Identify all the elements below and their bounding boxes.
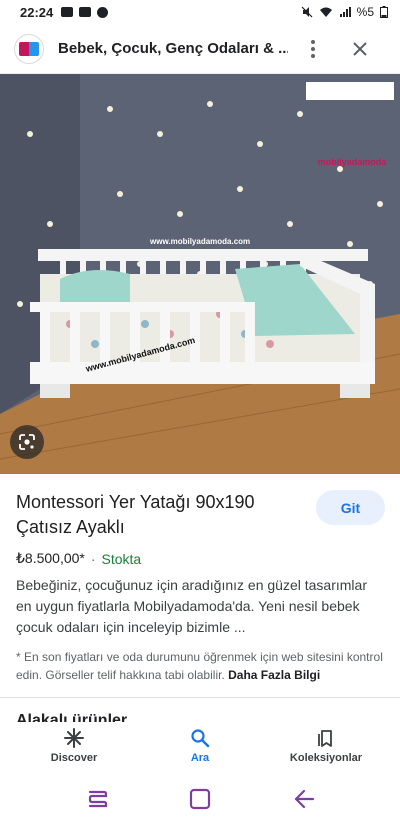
recent-apps-icon[interactable] — [86, 788, 110, 810]
product-image[interactable]: mobilyadamoda www.mobilyadamoda.com www.… — [0, 74, 400, 474]
product-price: ₺8.500,00* — [16, 550, 85, 566]
product-title: Montessori Yer Yatağı 90x190 Çatısız Aya… — [16, 492, 255, 537]
mute-icon — [301, 6, 313, 18]
signal-icon — [339, 7, 351, 17]
battery-icon — [380, 6, 388, 18]
system-navigation-bar — [0, 776, 400, 822]
viewer-header: Bebek, Çocuk, Genç Odaları & ... — [0, 24, 400, 74]
app-notification-icon — [97, 6, 109, 18]
status-bar: 22:24 %5 — [0, 0, 400, 24]
stock-status: Stokta — [101, 550, 142, 567]
brand-logo: mobilyadamoda — [317, 157, 387, 167]
search-icon — [191, 729, 210, 748]
back-icon[interactable] — [292, 788, 316, 810]
price-row: ₺8.500,00* · Stokta — [16, 550, 141, 567]
battery-percent: %5 — [356, 5, 374, 19]
more-info-link[interactable]: Daha Fazla Bilgi — [228, 668, 320, 682]
product-description: Bebeğiniz, çocuğunuz için aradığınız en … — [16, 577, 367, 635]
system-status-icons: %5 — [301, 5, 388, 19]
collections-icon — [318, 730, 332, 747]
close-icon[interactable] — [348, 37, 372, 61]
notification-icons — [61, 6, 109, 18]
gallery-icon — [79, 7, 92, 17]
nav-discover[interactable]: Discover — [24, 728, 124, 764]
status-time: 22:24 — [20, 4, 54, 20]
image-watermark: www.mobilyadamoda.com — [150, 237, 251, 246]
visit-button[interactable]: Git — [316, 490, 385, 525]
site-favicon-icon — [14, 33, 44, 64]
youtube-icon — [61, 7, 74, 17]
nav-search-label: Ara — [190, 752, 210, 764]
disclaimer: * En son fiyatları ve oda durumunu öğren… — [16, 648, 386, 684]
separator-dot: · — [90, 550, 96, 567]
more-options-icon[interactable] — [302, 38, 324, 60]
asterisk-icon — [64, 728, 84, 748]
nav-discover-label: Discover — [50, 752, 98, 764]
source-site-title[interactable]: Bebek, Çocuk, Genç Odaları & ... — [58, 40, 288, 57]
bottom-navigation: Discover Ara Koleksiyonlar — [0, 722, 400, 774]
google-lens-button[interactable] — [10, 425, 44, 459]
related-products-heading: Alakalı ürünler — [16, 712, 128, 722]
wifi-icon — [319, 7, 332, 17]
nav-collections-label: Koleksiyonlar — [289, 752, 363, 764]
nav-collections[interactable]: Koleksiyonlar — [276, 728, 376, 764]
section-divider — [0, 697, 400, 698]
disclaimer-text: * En son fiyatları ve oda durumunu öğren… — [16, 650, 383, 682]
home-icon[interactable] — [188, 788, 212, 810]
nav-search[interactable]: Ara — [150, 728, 250, 764]
lens-icon — [19, 434, 35, 450]
